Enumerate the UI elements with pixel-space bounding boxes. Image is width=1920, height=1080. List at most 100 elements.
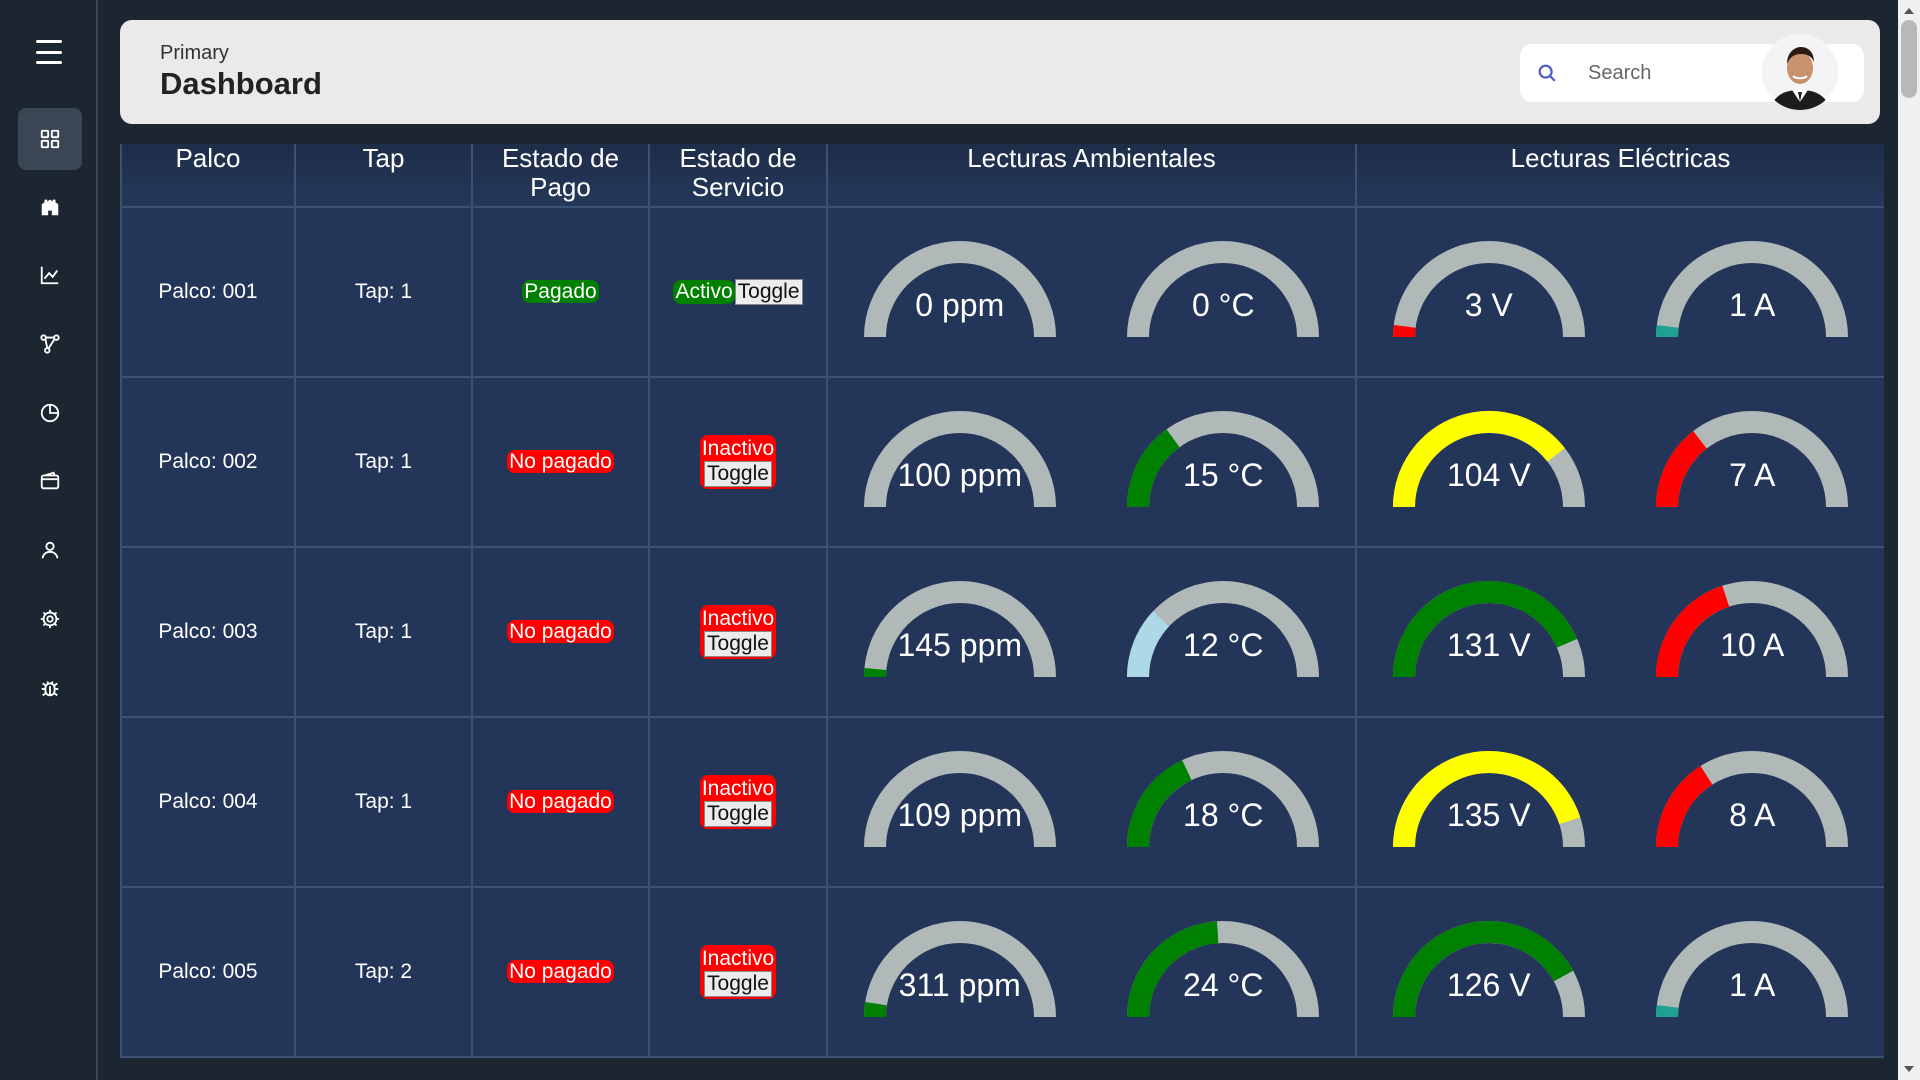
service-status-badge: Inactivo <box>701 947 775 970</box>
gauge-value: 0 °C <box>1191 287 1255 323</box>
cell-estado-pago: No pagado <box>471 546 650 718</box>
gauge-fill <box>1392 324 1416 338</box>
gauge-value: 126 V <box>1446 967 1531 1003</box>
table-row: Palco: 002 Tap: 1 No pagado Inactivo Toggle 1… <box>120 376 1884 548</box>
gas-ppm-gauge: 145 ppm <box>862 577 1058 687</box>
current-gauge: 8 A <box>1654 747 1850 857</box>
toggle-service-button[interactable]: Toggle <box>704 971 772 997</box>
gauge-value: 15 °C <box>1183 457 1264 493</box>
payment-status-badge: No pagado <box>507 960 614 983</box>
gauge-value: 24 °C <box>1183 967 1264 1003</box>
cell-tap: Tap: 1 <box>294 546 473 718</box>
payment-status-badge: No pagado <box>507 790 614 813</box>
pie-chart-icon <box>40 403 60 423</box>
grid-icon <box>40 129 60 149</box>
hamburger-menu-icon[interactable] <box>36 40 62 64</box>
service-status-group: Inactivo Toggle <box>699 435 777 489</box>
gauge-value: 3 V <box>1464 287 1513 323</box>
sidebar-item-debug[interactable] <box>18 657 82 719</box>
current-gauge: 10 A <box>1654 577 1850 687</box>
cell-estado-servicio: Inactivo Toggle <box>648 376 828 548</box>
gauge-value: 145 ppm <box>897 627 1023 663</box>
header-lecturas-ambientales[interactable]: Lecturas Ambientales <box>826 144 1357 208</box>
cell-lecturas-ambientales: 100 ppm 15 °C <box>826 376 1357 548</box>
gauge-value: 104 V <box>1446 457 1531 493</box>
cell-estado-pago: No pagado <box>471 886 650 1058</box>
service-status-badge: Inactivo <box>701 437 775 460</box>
sidebar <box>0 0 98 1080</box>
cell-tap: Tap: 1 <box>294 716 473 888</box>
sidebar-item-analytics[interactable] <box>18 244 82 306</box>
palcos-table-container: Palco Tap Estado de Pago Estado de Servici… <box>120 144 1884 1080</box>
scrollbar-thumb[interactable] <box>1901 20 1917 98</box>
header-tap[interactable]: Tap <box>294 144 473 208</box>
voltage-gauge: 3 V <box>1391 237 1587 347</box>
service-status-group: Inactivo Toggle <box>699 605 777 659</box>
current-gauge: 1 A <box>1654 237 1850 347</box>
cell-lecturas-ambientales: 145 ppm 12 °C <box>826 546 1357 718</box>
page-scrollbar[interactable] <box>1898 0 1920 1080</box>
page-title: Dashboard <box>160 66 322 101</box>
cell-tap: Tap: 1 <box>294 206 473 378</box>
sidebar-item-settings[interactable] <box>18 588 82 650</box>
header-palco[interactable]: Palco <box>120 144 296 208</box>
voltage-gauge: 104 V <box>1391 407 1587 517</box>
gas-ppm-gauge: 311 ppm <box>862 917 1058 1027</box>
gauge-value: 7 A <box>1729 457 1776 493</box>
cell-estado-servicio: Inactivo Toggle <box>648 716 828 888</box>
gauge-value: 0 ppm <box>915 287 1005 323</box>
scroll-up-arrow-icon[interactable] <box>1904 8 1914 14</box>
scroll-down-arrow-icon[interactable] <box>1904 1066 1914 1072</box>
sidebar-item-users[interactable] <box>18 519 82 581</box>
table-row: Palco: 003 Tap: 1 No pagado Inactivo Toggle 1… <box>120 546 1884 718</box>
sidebar-item-connections[interactable] <box>18 313 82 375</box>
service-status-group: Activo Toggle <box>673 279 803 305</box>
header-lecturas-electricas[interactable]: Lecturas Eléctricas <box>1355 144 1884 208</box>
cell-estado-servicio: Inactivo Toggle <box>648 886 828 1058</box>
service-status-group: Inactivo Toggle <box>699 945 777 999</box>
cell-lecturas-electricas: 3 V 1 A <box>1355 206 1884 378</box>
cell-estado-pago: No pagado <box>471 376 650 548</box>
cell-tap: Tap: 1 <box>294 376 473 548</box>
voltage-gauge: 135 V <box>1391 747 1587 857</box>
gauge-fill <box>1656 324 1679 338</box>
toggle-service-button[interactable]: Toggle <box>704 801 772 827</box>
breadcrumb: Primary <box>160 42 229 64</box>
chart-line-icon <box>40 266 59 285</box>
toggle-service-button[interactable]: Toggle <box>704 631 772 657</box>
user-icon <box>41 541 59 559</box>
temperature-gauge: 24 °C <box>1125 917 1321 1027</box>
sidebar-item-payments[interactable] <box>18 450 82 512</box>
temperature-gauge: 15 °C <box>1125 407 1321 517</box>
avatar[interactable] <box>1762 34 1838 110</box>
payment-status-badge: No pagado <box>507 620 614 643</box>
cell-palco: Palco: 002 <box>120 376 296 548</box>
bug-icon <box>41 681 59 697</box>
sidebar-item-palcos[interactable] <box>18 176 82 238</box>
network-icon <box>40 334 60 354</box>
sidebar-item-dashboard[interactable] <box>18 108 82 170</box>
wallet-icon <box>40 471 60 490</box>
header-estado-pago[interactable]: Estado de Pago <box>471 144 650 208</box>
cell-estado-pago: No pagado <box>471 716 650 888</box>
gauge-fill <box>1656 1004 1679 1018</box>
user-photo <box>1762 34 1838 110</box>
temperature-gauge: 12 °C <box>1125 577 1321 687</box>
gauge-value: 109 ppm <box>897 797 1023 833</box>
table-row: Palco: 001 Tap: 1 Pagado Activo Toggle 0 ppm 0… <box>120 206 1884 378</box>
gas-ppm-gauge: 100 ppm <box>862 407 1058 517</box>
sidebar-item-reports[interactable] <box>18 382 82 444</box>
header-estado-servicio[interactable]: Estado de Servicio <box>648 144 828 208</box>
payment-status-badge: Pagado <box>522 280 599 303</box>
toggle-service-button[interactable]: Toggle <box>734 279 803 305</box>
cell-lecturas-electricas: 104 V 7 A <box>1355 376 1884 548</box>
toggle-service-button[interactable]: Toggle <box>704 461 772 487</box>
cell-estado-servicio: Activo Toggle <box>648 206 828 378</box>
gauge-value: 12 °C <box>1183 627 1264 663</box>
gauge-fill <box>863 1001 887 1018</box>
cell-lecturas-ambientales: 109 ppm 18 °C <box>826 716 1357 888</box>
palcos-table: Palco Tap Estado de Pago Estado de Servici… <box>120 144 1884 1058</box>
cell-palco: Palco: 004 <box>120 716 296 888</box>
cell-estado-servicio: Inactivo Toggle <box>648 546 828 718</box>
voltage-gauge: 131 V <box>1391 577 1587 687</box>
